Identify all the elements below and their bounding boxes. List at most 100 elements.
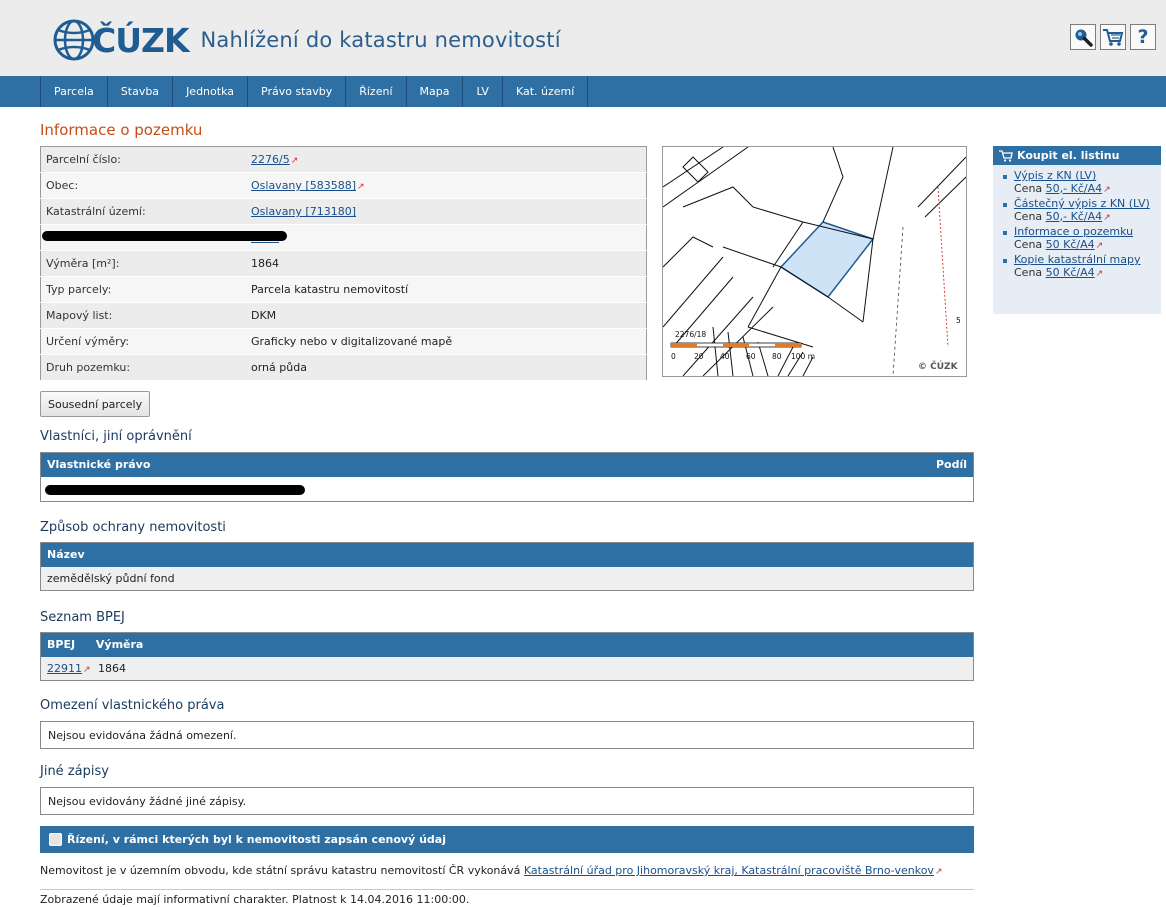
scale-label: 0 — [671, 352, 676, 361]
cart-icon — [1103, 29, 1124, 46]
price-link[interactable]: 50,- Kč/A4 — [1046, 210, 1102, 223]
table-row: Výměra [m²]: 1864 — [40, 250, 647, 277]
cuzk-logo[interactable]: ČÚZK Nahlížení do katastru nemovitostí — [52, 17, 561, 63]
parcel-number-label: Parcelní číslo: — [40, 146, 246, 173]
owners-heading: Vlastníci, jiní oprávnění — [40, 429, 192, 444]
table-row: zemědělský půdní fond — [41, 567, 973, 590]
price-link[interactable]: 50 Kč/A4 — [1046, 266, 1095, 279]
parcel-number-cell: 2276/5↗ — [246, 146, 647, 173]
scale-label: 40 — [720, 352, 730, 361]
office-text: Nemovitost je v územním obvodu, kde stát… — [40, 864, 524, 877]
bpej-table-header: BPEJ Výměra — [41, 633, 973, 657]
external-link-icon[interactable]: ↗ — [1103, 185, 1111, 195]
nav-item-kat-uzemi[interactable]: Kat. území — [501, 76, 589, 107]
scale-label: 60 — [746, 352, 756, 361]
proceedings-toggle[interactable]: Řízení, v rámci kterých byl k nemovitost… — [40, 826, 974, 853]
external-link-icon[interactable]: ↗ — [357, 182, 365, 192]
proceedings-label: Řízení, v rámci kterých byl k nemovitost… — [67, 833, 446, 846]
external-link-icon[interactable]: ↗ — [1096, 241, 1104, 251]
price-link[interactable]: 50,- Kč/A4 — [1046, 182, 1102, 195]
validity-note: Zobrazené údaje mají informativní charak… — [40, 893, 470, 906]
nav-item-parcela[interactable]: Parcela — [40, 76, 107, 107]
area-value: 1864 — [246, 250, 647, 277]
price-line: Cena 50,- Kč/A4↗ — [1014, 181, 1161, 197]
price-prefix: Cena — [1014, 209, 1046, 223]
cart-icon — [999, 149, 1013, 162]
municipality-link[interactable]: Oslavany [583588] — [251, 179, 356, 192]
bpej-heading: Seznam BPEJ — [40, 610, 125, 625]
table-row: Parcelní číslo: 2276/5↗ — [40, 146, 647, 173]
parcel-map-label: 5 — [956, 316, 961, 325]
external-link-icon[interactable]: ↗ — [291, 156, 299, 166]
bpej-area-value: 1864 — [98, 662, 127, 675]
external-link-icon[interactable]: ↗ — [1096, 269, 1104, 279]
land-type-value: orná půda — [246, 354, 647, 381]
external-link-icon[interactable]: ↗ — [935, 867, 943, 877]
other-records-box: Nejsou evidovány žádné jiné zápisy. — [40, 787, 974, 815]
parcel-number-link[interactable]: 2276/5 — [251, 153, 290, 166]
nav-item-rizeni[interactable]: Řízení — [345, 76, 405, 107]
lv-number-cell: 2738 — [246, 224, 647, 251]
map-sheet-label: Mapový list: — [40, 302, 246, 329]
buy-list: Výpis z KN (LV) Cena 50,- Kč/A4↗ Částečn… — [993, 165, 1161, 280]
area-column-header: Výměra — [95, 638, 144, 651]
bpej-column-header: BPEJ — [47, 638, 76, 651]
price-link[interactable]: 50 Kč/A4 — [1046, 238, 1095, 251]
list-item: Informace o pozemku Cena 50 Kč/A4↗ — [993, 225, 1161, 252]
nav-item-mapa[interactable]: Mapa — [405, 76, 463, 107]
redaction-bar — [42, 231, 287, 241]
protection-table: Název zemědělský půdní fond — [40, 542, 974, 591]
search-button[interactable] — [1070, 24, 1096, 50]
bpej-table: BPEJ Výměra 22911↗ 1864 — [40, 632, 974, 681]
protection-heading: Způsob ochrany nemovitosti — [40, 520, 226, 535]
cadastral-area-link[interactable]: Oslavany [713180] — [251, 205, 356, 218]
list-item: Částečný výpis z KN (LV) Cena 50,- Kč/A4… — [993, 197, 1161, 225]
price-prefix: Cena — [1014, 237, 1046, 251]
table-row: Typ parcely: Parcela katastru nemovitost… — [40, 276, 647, 303]
scale-label: 100 m — [791, 352, 815, 361]
cart-button[interactable] — [1100, 24, 1126, 50]
price-line: Cena 50,- Kč/A4↗ — [1014, 209, 1161, 225]
parcel-info-heading: Informace o pozemku — [40, 121, 203, 139]
redaction-bar — [45, 485, 305, 495]
map-drawing: 0 20 40 60 80 100 m 2276/18 5 © ČÚZK — [663, 147, 966, 376]
bpej-code-link[interactable]: 22911 — [47, 662, 82, 675]
map-copyright: © ČÚZK — [918, 360, 959, 372]
search-icon — [1075, 29, 1093, 47]
expand-icon[interactable] — [49, 833, 62, 846]
nav-item-lv[interactable]: LV — [462, 76, 501, 107]
nav-item-jednotka[interactable]: Jednotka — [172, 76, 247, 107]
table-row: Mapový list: DKM — [40, 302, 647, 329]
restrictions-box: Nejsou evidována žádná omezení. — [40, 721, 974, 749]
map-sheet-value: DKM — [246, 302, 647, 329]
cadastral-map[interactable]: 0 20 40 60 80 100 m 2276/18 5 © ČÚZK — [662, 146, 967, 377]
external-link-icon[interactable]: ↗ — [83, 665, 91, 675]
parcel-info-table: Parcelní číslo: 2276/5↗ Obec: Oslavany [… — [40, 146, 647, 381]
app-title: Nahlížení do katastru nemovitostí — [200, 28, 561, 52]
ownership-column-header: Vlastnické právo — [47, 458, 151, 471]
restrictions-heading: Omezení vlastnického práva — [40, 698, 225, 713]
parcel-type-label: Typ parcely: — [40, 276, 246, 303]
external-link-icon[interactable]: ↗ — [1103, 213, 1111, 223]
price-prefix: Cena — [1014, 181, 1046, 195]
nav-item-pravo-stavby[interactable]: Právo stavby — [247, 76, 345, 107]
name-column-header: Název — [41, 543, 973, 567]
parcel-map-label: 2276/18 — [675, 330, 706, 339]
scale-label: 20 — [694, 352, 704, 361]
share-column-header: Podíl — [935, 458, 967, 471]
scale-label: 80 — [772, 352, 782, 361]
help-button[interactable]: ? — [1130, 24, 1156, 50]
area-label: Výměra [m²]: — [40, 250, 246, 277]
price-line: Cena 50 Kč/A4↗ — [1014, 265, 1161, 281]
globe-logo-icon — [53, 19, 95, 61]
table-row: Katastrální území: Oslavany [713180] — [40, 198, 647, 225]
other-records-heading: Jiné zápisy — [40, 764, 109, 779]
office-link[interactable]: Katastrální úřad pro Jihomoravský kraj, … — [524, 864, 934, 877]
table-row: Druh pozemku: orná půda — [40, 354, 647, 381]
price-prefix: Cena — [1014, 265, 1046, 279]
buy-document-box: Koupit el. listinu Výpis z KN (LV) Cena … — [993, 146, 1161, 314]
main-nav: Parcela Stavba Jednotka Právo stavby Říz… — [0, 76, 1166, 107]
buy-title: Koupit el. listinu — [1017, 149, 1120, 162]
nav-item-stavba[interactable]: Stavba — [106, 76, 172, 107]
neighbor-parcels-button[interactable]: Sousední parcely — [40, 391, 151, 417]
